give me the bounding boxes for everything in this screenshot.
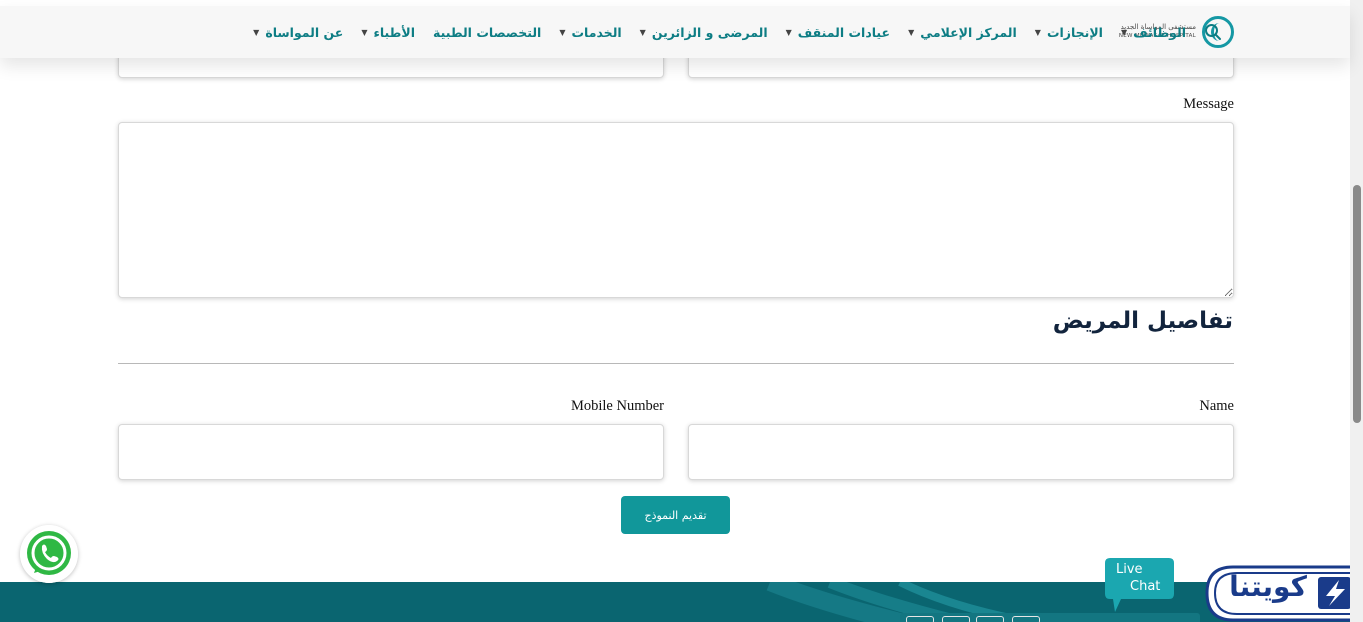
search-icon[interactable] xyxy=(1204,23,1222,41)
nav-label: المرضى و الزائرين xyxy=(651,24,768,40)
nav-label: التخصصات الطبية xyxy=(433,24,542,40)
caret-down-icon: ▼ xyxy=(1034,27,1041,37)
submit-button[interactable]: تقديم النموذج xyxy=(621,496,730,534)
livechat-label: Live Chat xyxy=(1116,562,1161,594)
site-header: مستشفى المواساة الجديد NEW MUWASAT HOSPI… xyxy=(0,6,1350,58)
nav-label: عيادات المنقف xyxy=(797,24,891,40)
nav-item-specialties[interactable]: التخصصات الطبية xyxy=(433,25,541,40)
nav-label: الأطباء xyxy=(373,24,416,40)
nav-label: عن المواساة xyxy=(265,24,344,40)
nav-item-mangaf-clinics[interactable]: عيادات المنقف ▼ xyxy=(786,25,890,40)
nav-item-about[interactable]: عن المواساة ▼ xyxy=(253,25,343,40)
scrollbar-thumb[interactable] xyxy=(1353,185,1361,423)
mobile-label: Mobile Number xyxy=(570,398,664,414)
nav-item-achievements[interactable]: الإنجازات ▼ xyxy=(1035,25,1103,40)
nav-item-media-center[interactable]: المركز الإعلامي ▼ xyxy=(908,25,1017,40)
nav-item-doctors[interactable]: الأطباء ▼ xyxy=(361,25,415,40)
message-label: Message xyxy=(1183,96,1234,112)
social-link-icon[interactable] xyxy=(1012,616,1040,622)
message-textarea[interactable] xyxy=(118,122,1234,298)
caret-down-icon: ▼ xyxy=(639,27,646,37)
nav-label: الإنجازات xyxy=(1046,24,1103,40)
social-link-icon[interactable] xyxy=(942,616,970,622)
caret-down-icon: ▼ xyxy=(361,27,368,37)
caret-down-icon: ▼ xyxy=(559,27,566,37)
name-input[interactable] xyxy=(688,424,1234,480)
nav-item-patients-visitors[interactable]: المرضى و الزائرين ▼ xyxy=(640,25,768,40)
caret-down-icon: ▼ xyxy=(253,27,260,37)
section-title: تفاصيل المريض xyxy=(1052,308,1233,334)
nav-item-services[interactable]: الخدمات ▼ xyxy=(559,25,621,40)
kuwaitna-label: كويتنا xyxy=(1229,570,1307,603)
nav-label: الخدمات xyxy=(571,24,622,40)
whatsapp-icon[interactable] xyxy=(20,525,78,583)
main-nav: عن المواساة ▼ الأطباء ▼ التخصصات الطبية ال… xyxy=(253,6,1222,58)
caret-down-icon: ▼ xyxy=(908,27,915,37)
nav-label: المركز الإعلامي xyxy=(920,24,1017,40)
nav-item-careers[interactable]: الوظائف ▼ xyxy=(1121,25,1186,40)
name-label: Name xyxy=(1199,398,1234,414)
social-link-icon[interactable] xyxy=(906,616,934,622)
section-divider xyxy=(118,363,1234,364)
mobile-input[interactable] xyxy=(118,424,664,480)
caret-down-icon: ▼ xyxy=(1120,27,1128,37)
social-link-icon[interactable] xyxy=(976,616,1004,622)
caret-down-icon: ▼ xyxy=(785,27,792,37)
nav-label: الوظائف xyxy=(1133,24,1186,40)
